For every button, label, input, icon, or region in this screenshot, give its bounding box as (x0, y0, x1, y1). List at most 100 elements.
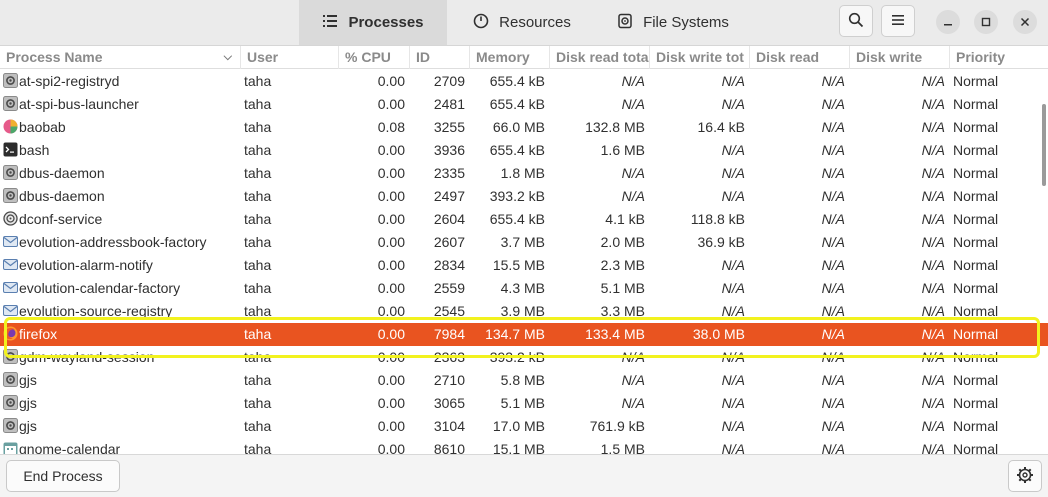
table-row[interactable]: bash taha 0.00 3936 655.4 kB 1.6 MB N/A N/A N/A N… (0, 139, 1048, 162)
tab-processes[interactable]: Processes (299, 0, 447, 45)
cpu-cell: 0.00 (377, 303, 405, 319)
memory-cell: 1.8 MB (500, 165, 545, 181)
table-row[interactable]: gjs taha 0.00 3065 5.1 MB N/A N/A N/A N/A Normal (0, 392, 1048, 415)
id-cell: 2559 (433, 280, 465, 296)
process-properties-button[interactable] (1008, 460, 1042, 492)
main-menu-button[interactable] (881, 5, 915, 37)
minimize-button[interactable] (936, 10, 960, 34)
process-name-cell: dconf-service (19, 211, 103, 227)
priority-cell: Normal (953, 234, 999, 250)
tab-resources[interactable]: Resources (458, 0, 586, 45)
disk-read-total-cell: 1.6 MB (600, 142, 645, 158)
calendar-icon (3, 441, 18, 454)
id-cell: 2710 (433, 372, 465, 388)
table-row[interactable]: gjs taha 0.00 3104 17.0 MB 761.9 kB N/A N/A N/A N… (0, 415, 1048, 438)
disk-write-cell: N/A (921, 257, 945, 273)
table-row[interactable]: firefox taha 0.00 7984 134.7 MB 133.4 MB 38.0 … (0, 323, 1048, 346)
process-name-cell: bash (19, 142, 50, 158)
process-name-cell: evolution-addressbook-factory (19, 234, 207, 250)
id-cell: 2363 (433, 349, 465, 365)
process-gear-icon (3, 73, 18, 88)
memory-cell: 655.4 kB (489, 211, 545, 227)
column-header-id[interactable]: ID (409, 46, 469, 69)
table-row[interactable]: gdm-wayland-session taha 0.00 2363 393.2 kB N… (0, 346, 1048, 369)
vertical-scrollbar[interactable] (1042, 104, 1046, 186)
close-icon (1020, 14, 1030, 30)
column-header-cpu[interactable]: % CPU (338, 46, 409, 69)
process-name-cell: evolution-source-registry (19, 303, 173, 319)
search-button[interactable] (839, 5, 873, 37)
pie-icon (3, 119, 18, 134)
tab-label: Resources (499, 14, 571, 31)
process-name-cell: gnome-calendar (19, 441, 121, 454)
process-name-cell: dbus-daemon (19, 165, 105, 181)
column-header-disk-write[interactable]: Disk write (849, 46, 949, 69)
tab-label: File Systems (643, 14, 729, 31)
table-row[interactable]: at-spi-bus-launcher taha 0.00 2481 655.4 kB N… (0, 93, 1048, 116)
table-row[interactable]: gjs taha 0.00 2710 5.8 MB N/A N/A N/A N/A Normal (0, 369, 1048, 392)
table-row[interactable]: baobab taha 0.08 3255 66.0 MB 132.8 MB 16.4 kB… (0, 116, 1048, 139)
priority-cell: Normal (953, 280, 999, 296)
process-name-cell: evolution-calendar-factory (19, 280, 181, 296)
disk-read-cell: N/A (821, 280, 845, 296)
disk-icon (617, 13, 633, 33)
table-row[interactable]: evolution-calendar-factory taha 0.00 2559 4.… (0, 277, 1048, 300)
user-cell: taha (244, 418, 272, 434)
close-button[interactable] (1013, 10, 1037, 34)
process-name-cell: dbus-daemon (19, 188, 105, 204)
maximize-button[interactable] (974, 10, 998, 34)
column-label: Disk write tot (656, 49, 744, 65)
table-row[interactable]: evolution-alarm-notify taha 0.00 2834 15.5 M… (0, 254, 1048, 277)
disk-write-cell: N/A (921, 211, 945, 227)
disk-write-total-cell: N/A (721, 257, 745, 273)
user-cell: taha (244, 142, 272, 158)
column-label: % CPU (345, 49, 391, 65)
column-header-user[interactable]: User (240, 46, 338, 69)
column-header-disk-write-total[interactable]: Disk write tot (649, 46, 749, 69)
disk-write-total-cell: N/A (721, 418, 745, 434)
memory-cell: 4.3 MB (500, 280, 545, 296)
end-process-button[interactable]: End Process (6, 460, 120, 492)
id-cell: 2607 (433, 234, 465, 250)
cpu-cell: 0.00 (377, 441, 405, 454)
disk-read-cell: N/A (821, 441, 845, 454)
cpu-cell: 0.00 (377, 234, 405, 250)
disk-write-total-cell: N/A (721, 372, 745, 388)
disk-read-cell: N/A (821, 73, 845, 89)
disk-read-cell: N/A (821, 303, 845, 319)
table-row[interactable]: dbus-daemon taha 0.00 2497 393.2 kB N/A N/A N/A… (0, 185, 1048, 208)
column-label: Memory (476, 49, 530, 65)
table-row[interactable]: at-spi2-registryd taha 0.00 2709 655.4 kB N/A… (0, 70, 1048, 93)
column-header-memory[interactable]: Memory (469, 46, 549, 69)
user-cell: taha (244, 96, 272, 112)
id-cell: 3104 (433, 418, 465, 434)
priority-cell: Normal (953, 303, 999, 319)
table-row[interactable]: dbus-daemon taha 0.00 2335 1.8 MB N/A N/A N/A N/… (0, 162, 1048, 185)
priority-cell: Normal (953, 372, 999, 388)
disk-read-cell: N/A (821, 234, 845, 250)
tab-file-systems[interactable]: File Systems (600, 0, 746, 45)
disk-read-total-cell: 3.3 MB (600, 303, 645, 319)
disk-read-total-cell: N/A (621, 73, 645, 89)
table-row[interactable]: evolution-source-registry taha 0.00 2545 3.9… (0, 300, 1048, 323)
disk-write-total-cell: 38.0 MB (692, 326, 745, 342)
memory-cell: 655.4 kB (489, 73, 545, 89)
cpu-cell: 0.00 (377, 372, 405, 388)
table-row[interactable]: dconf-service taha 0.00 2604 655.4 kB 4.1 kB 1… (0, 208, 1048, 231)
column-header-disk-read-total[interactable]: Disk read tota (549, 46, 649, 69)
column-header-priority[interactable]: Priority (949, 46, 1048, 69)
header-bar: Processes Resources File Systems (0, 0, 1048, 46)
priority-cell: Normal (953, 349, 999, 365)
disk-read-cell: N/A (821, 372, 845, 388)
column-header-process-name[interactable]: Process Name ⌵ (0, 46, 240, 69)
table-row[interactable]: gnome-calendar taha 0.00 8610 15.1 MB 1.5 MB N… (0, 438, 1048, 454)
disk-read-total-cell: N/A (621, 96, 645, 112)
table-row[interactable]: evolution-addressbook-factory taha 0.00 260… (0, 231, 1048, 254)
priority-cell: Normal (953, 418, 999, 434)
tab-label: Processes (348, 14, 424, 31)
user-cell: taha (244, 188, 272, 204)
user-cell: taha (244, 280, 272, 296)
column-header-disk-read[interactable]: Disk read (749, 46, 849, 69)
disk-write-cell: N/A (921, 418, 945, 434)
cpu-cell: 0.00 (377, 96, 405, 112)
